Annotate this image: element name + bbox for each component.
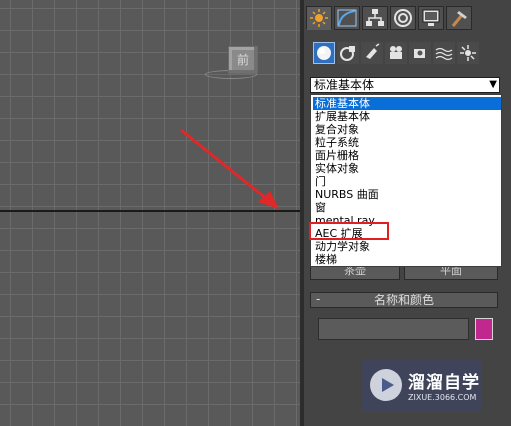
category-dropdown[interactable]: 标准基本体 ▼ bbox=[310, 77, 500, 93]
annotation-highlight-box bbox=[309, 222, 389, 240]
category-option[interactable]: 复合对象 bbox=[313, 123, 501, 136]
create-sun-icon bbox=[310, 9, 328, 27]
tab-modify[interactable] bbox=[334, 6, 360, 30]
modify-curve-icon bbox=[337, 9, 357, 27]
category-option[interactable]: 扩展基本体 bbox=[313, 110, 501, 123]
object-name-field[interactable] bbox=[318, 318, 469, 340]
helpers-button[interactable] bbox=[409, 42, 431, 64]
motion-target-icon bbox=[394, 9, 412, 27]
cameras-icon bbox=[390, 46, 402, 59]
collapse-icon: - bbox=[316, 292, 321, 306]
rollout-title: 名称和颜色 bbox=[373, 293, 434, 307]
tab-create[interactable] bbox=[306, 6, 332, 30]
helpers-icon bbox=[414, 49, 425, 58]
hierarchy-icon bbox=[366, 9, 384, 26]
category-option[interactable]: 窗 bbox=[313, 201, 501, 214]
object-color-swatch[interactable] bbox=[475, 318, 493, 340]
watermark: 溜溜自学 ZIXUE.3066.COM bbox=[362, 360, 482, 412]
name-color-rollout-header[interactable]: - 名称和颜色 bbox=[310, 292, 498, 308]
utilities-hammer-icon bbox=[451, 11, 467, 27]
category-option[interactable]: 实体对象 bbox=[313, 162, 501, 175]
systems-icon bbox=[460, 45, 476, 61]
category-option[interactable]: 动力学对象 bbox=[313, 240, 501, 253]
category-option[interactable]: 标准基本体 bbox=[313, 97, 501, 110]
category-option[interactable]: NURBS 曲面 bbox=[313, 188, 501, 201]
watermark-play-logo-icon bbox=[370, 369, 402, 401]
lights-button[interactable] bbox=[361, 42, 383, 64]
spacewarps-icon bbox=[435, 47, 453, 61]
systems-button[interactable] bbox=[457, 42, 479, 64]
shapes-button[interactable] bbox=[337, 42, 359, 64]
category-option[interactable]: 门 bbox=[313, 175, 501, 188]
category-dropdown-list[interactable]: 标准基本体 扩展基本体 复合对象 粒子系统 面片栅格 实体对象 门 NURBS … bbox=[310, 94, 502, 267]
category-option[interactable]: 面片栅格 bbox=[313, 149, 501, 162]
lights-icon bbox=[366, 43, 380, 59]
geometry-button[interactable] bbox=[313, 42, 335, 64]
display-monitor-icon bbox=[422, 9, 440, 26]
annotation-arrow bbox=[180, 128, 279, 209]
tab-hierarchy[interactable] bbox=[362, 6, 388, 30]
watermark-url: ZIXUE.3066.COM bbox=[408, 393, 477, 402]
category-dropdown-value: 标准基本体 bbox=[314, 78, 375, 92]
geometry-sphere-icon bbox=[317, 46, 331, 60]
category-option[interactable]: 粒子系统 bbox=[313, 136, 501, 149]
category-option[interactable]: 楼梯 bbox=[313, 253, 501, 266]
watermark-title: 溜溜自学 bbox=[408, 373, 480, 393]
viewport-front[interactable]: 前 bbox=[0, 0, 300, 426]
chevron-down-icon[interactable]: ▼ bbox=[489, 78, 497, 92]
spacewarps-button[interactable] bbox=[433, 42, 455, 64]
cameras-button[interactable] bbox=[385, 42, 407, 64]
tab-motion[interactable] bbox=[390, 6, 416, 30]
tab-display[interactable] bbox=[418, 6, 444, 30]
shapes-icon bbox=[340, 46, 355, 61]
tab-utilities[interactable] bbox=[446, 6, 472, 30]
